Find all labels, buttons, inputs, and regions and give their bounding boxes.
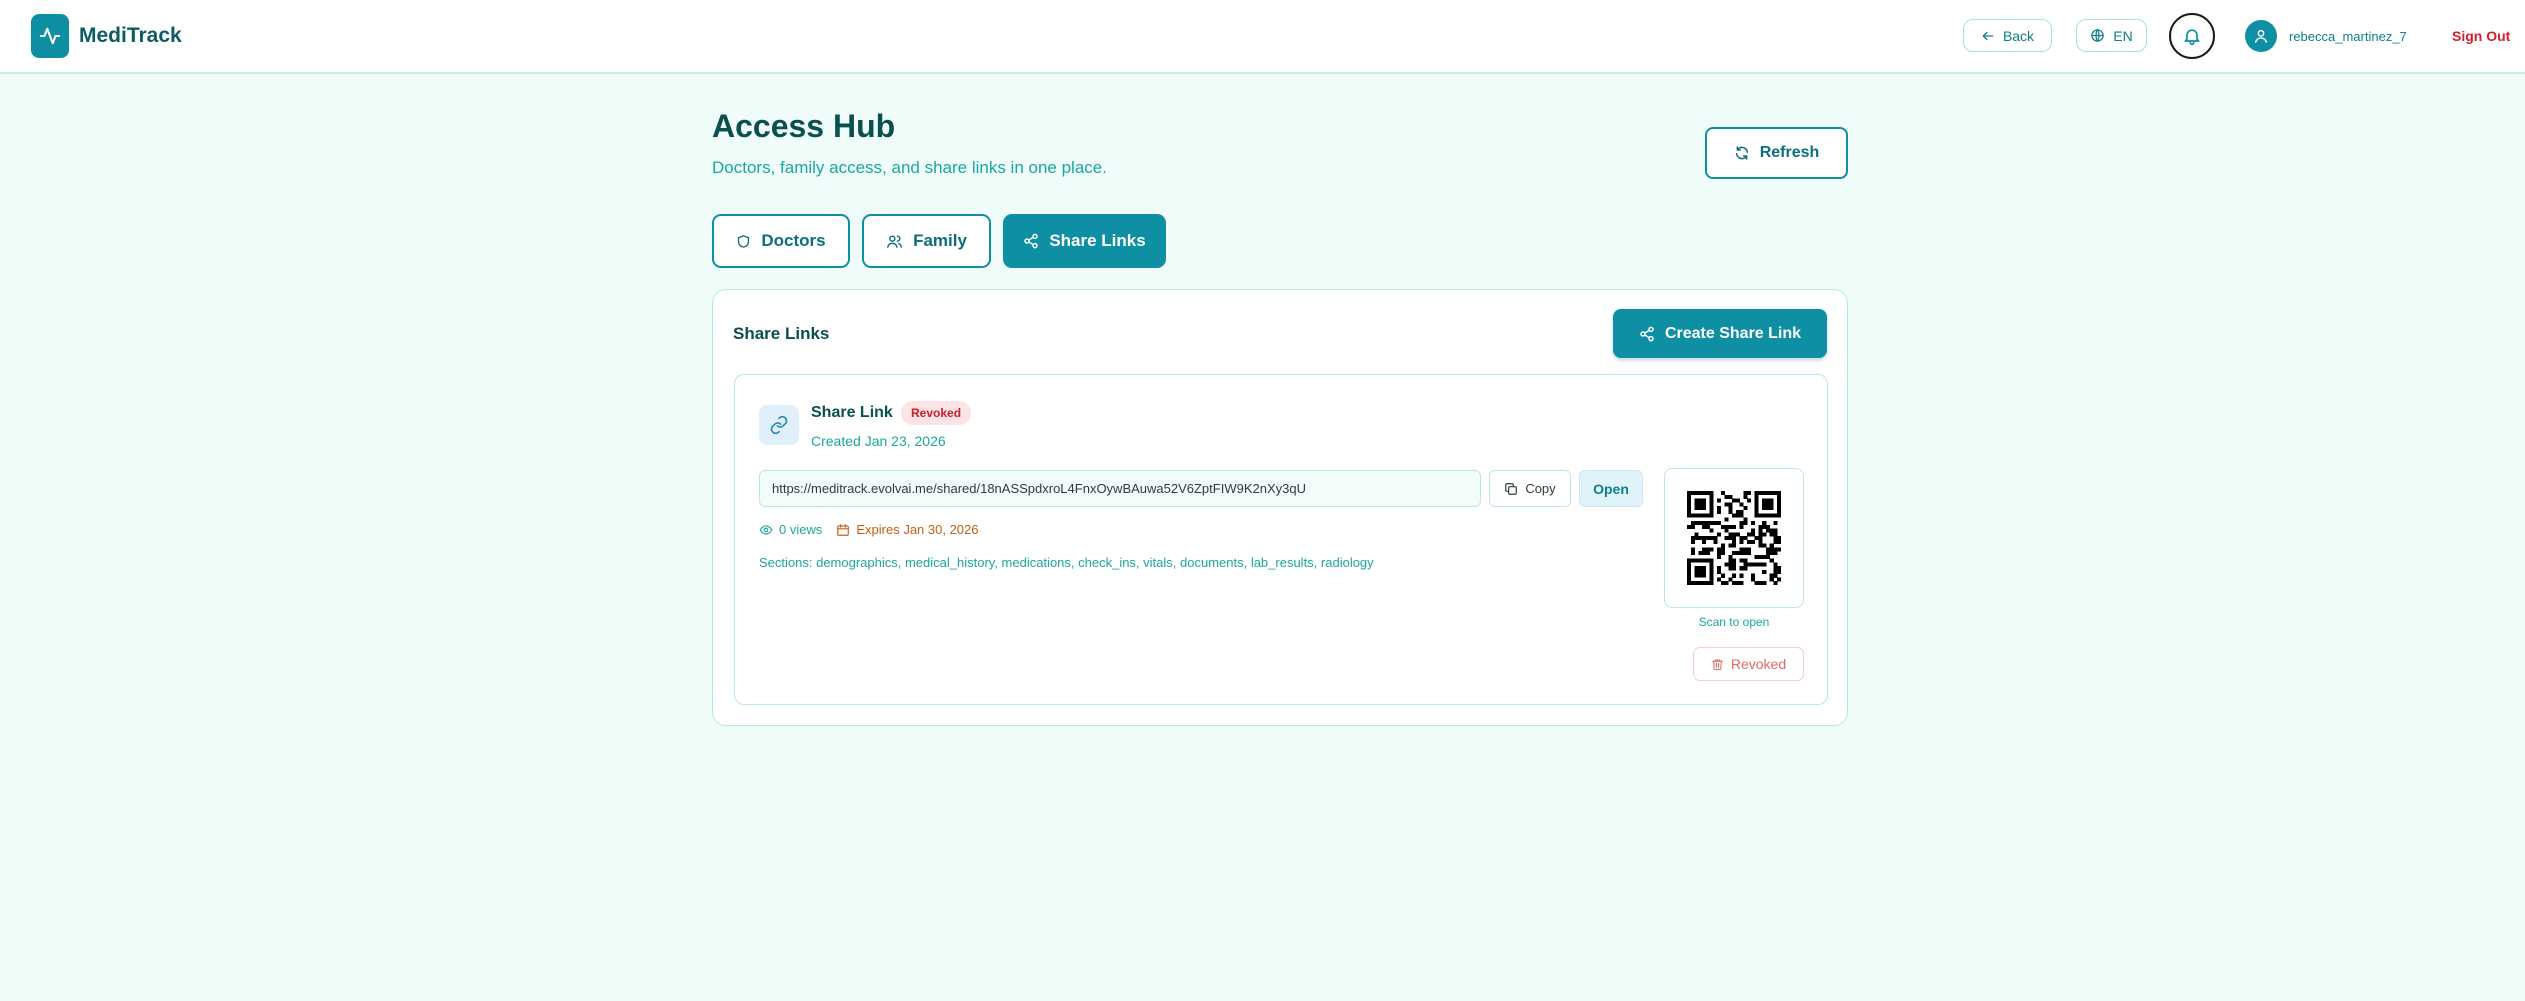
username: rebecca_martinez_7: [2289, 28, 2407, 44]
back-label: Back: [2002, 27, 2035, 44]
open-button[interactable]: Open: [1579, 470, 1643, 507]
expiry-date: Expires Jan 30, 2026: [836, 522, 979, 537]
share-url-field[interactable]: [759, 470, 1481, 507]
qr-caption: Scan to open: [1698, 615, 1770, 629]
revoked-button[interactable]: Revoked: [1693, 647, 1804, 681]
create-share-link-label: Create Share Link: [1664, 324, 1802, 342]
expiry-label: Expires Jan 30, 2026: [856, 522, 979, 537]
bell-icon: [2184, 29, 2200, 46]
share-icon: [1024, 233, 1039, 249]
sign-out-button[interactable]: Sign Out: [2452, 28, 2510, 44]
calendar-icon: [837, 523, 850, 536]
status-badge: Revoked: [901, 401, 972, 425]
avatar: [2245, 20, 2277, 52]
copy-icon: [1505, 482, 1518, 495]
top-navbar: MediTrack Back EN rebecca_martinez_7 Sig…: [0, 0, 2525, 74]
page-title: Access Hub: [712, 108, 896, 144]
tab-family[interactable]: Family: [862, 214, 991, 268]
share-link-title: Share Link: [811, 404, 893, 421]
users-icon: [887, 234, 902, 248]
views-count: 0 views: [759, 522, 822, 537]
open-label: Open: [1593, 480, 1629, 497]
link-icon: [759, 405, 799, 445]
tab-family-label: Family: [913, 231, 967, 250]
language-selector[interactable]: EN: [2076, 19, 2147, 52]
share-links-panel: Share Links Create Share Link Share Link…: [712, 289, 1848, 726]
qr-code: [1664, 468, 1804, 608]
eye-icon: [759, 524, 773, 535]
refresh-label: Refresh: [1759, 144, 1820, 161]
activity-icon: [31, 14, 69, 58]
notifications-button[interactable]: [2169, 13, 2215, 59]
tab-doctors[interactable]: Doctors: [712, 214, 850, 268]
shared-sections: Sections: demographics, medical_history,…: [759, 555, 1374, 570]
copy-button[interactable]: Copy: [1489, 470, 1571, 507]
tab-share-links[interactable]: Share Links: [1003, 214, 1166, 268]
user-menu[interactable]: rebecca_martinez_7: [2245, 20, 2407, 52]
share-link-card: Share Link Revoked Created Jan 23, 2026 …: [734, 374, 1828, 705]
refresh-icon: [1735, 146, 1748, 160]
panel-title: Share Links: [733, 324, 830, 343]
shield-icon: [738, 234, 750, 248]
link-meta: 0 views Expires Jan 30, 2026: [759, 522, 979, 537]
tab-share-links-label: Share Links: [1049, 231, 1146, 250]
tab-doctors-label: Doctors: [761, 231, 826, 250]
refresh-button[interactable]: Refresh: [1705, 127, 1848, 179]
created-date: Created Jan 23, 2026: [811, 433, 946, 449]
trash-icon: [1711, 659, 1723, 670]
create-share-link-button[interactable]: Create Share Link: [1613, 309, 1827, 358]
brand[interactable]: MediTrack: [31, 14, 182, 58]
revoked-label: Revoked: [1730, 656, 1787, 672]
copy-label: Copy: [1525, 481, 1556, 496]
language-label: EN: [2113, 27, 2133, 44]
views-label: 0 views: [779, 522, 823, 537]
arrow-left-icon: [1982, 31, 1994, 40]
app-name: MediTrack: [79, 24, 182, 47]
user-icon: [2254, 29, 2268, 43]
back-button[interactable]: Back: [1963, 19, 2052, 52]
page-subtitle: Doctors, family access, and share links …: [712, 158, 1107, 177]
share-icon: [1640, 326, 1654, 341]
qr-code-image: [1687, 491, 1781, 585]
globe-icon: [2091, 29, 2105, 42]
